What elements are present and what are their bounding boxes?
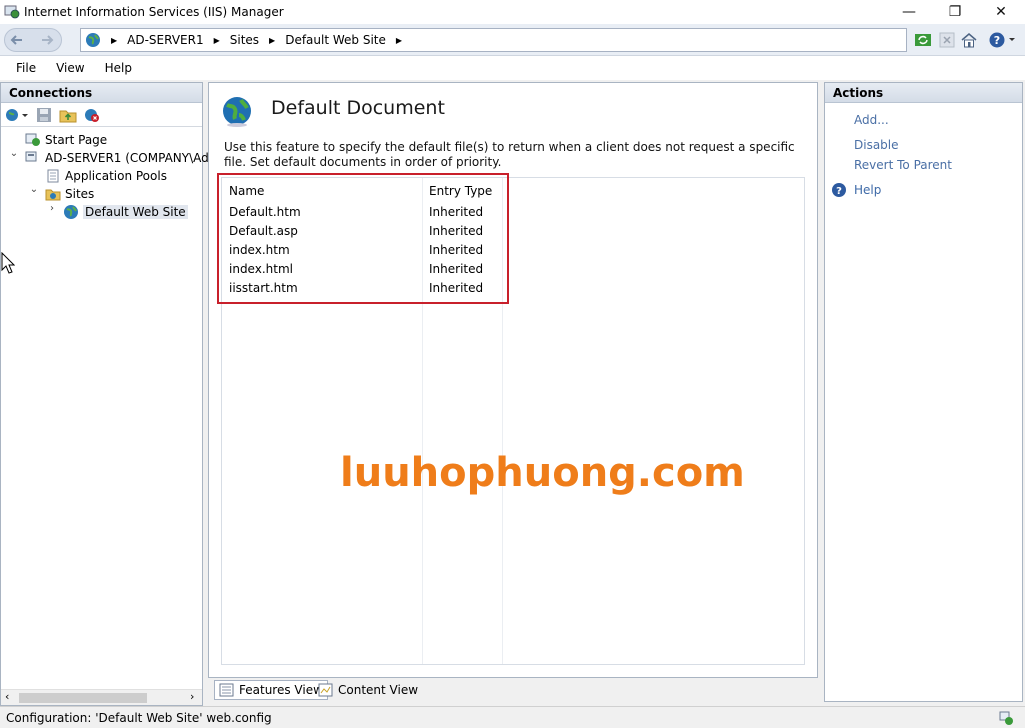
sites-folder-icon bbox=[45, 186, 61, 202]
menu-bar: File View Help bbox=[0, 56, 1025, 80]
help-icon: ? bbox=[989, 32, 1015, 48]
help-dropdown-button[interactable]: ? bbox=[988, 31, 1018, 49]
forward-button[interactable] bbox=[35, 28, 59, 52]
actions-panel: Actions Add... Disable Revert To Parent … bbox=[824, 82, 1023, 702]
action-help[interactable]: Help bbox=[854, 183, 881, 197]
disconnect-icon[interactable] bbox=[83, 107, 101, 123]
watermark-text: luuhophuong.com bbox=[340, 450, 745, 496]
scroll-left-icon[interactable]: ‹ bbox=[5, 690, 9, 703]
svg-text:?: ? bbox=[994, 34, 1000, 47]
status-text: Configuration: 'Default Web Site' web.co… bbox=[6, 710, 272, 725]
tree-item-start-page[interactable]: Start Page bbox=[25, 131, 107, 149]
title-bar: Internet Information Services (IIS) Mana… bbox=[0, 0, 1025, 24]
breadcrumb-sites[interactable]: Sites bbox=[230, 33, 259, 47]
address-bar: ▶ AD-SERVER1 ▶ Sites ▶ Default Web Site … bbox=[0, 24, 1025, 56]
stop-icon bbox=[939, 32, 955, 48]
feature-globe-icon bbox=[223, 97, 251, 127]
tree-item-application-pools[interactable]: Application Pools bbox=[45, 167, 167, 185]
iis-app-icon bbox=[4, 5, 20, 19]
tab-features-view[interactable]: Features View bbox=[214, 680, 328, 700]
action-disable[interactable]: Disable bbox=[854, 138, 899, 152]
network-status-icon bbox=[999, 711, 1013, 725]
refresh-icon bbox=[915, 34, 931, 46]
tree-item-default-web-site[interactable]: Default Web Site bbox=[63, 203, 188, 221]
view-tabs: Features View Content View bbox=[208, 678, 818, 702]
action-revert-to-parent[interactable]: Revert To Parent bbox=[854, 158, 952, 172]
breadcrumb-separator: ▶ bbox=[111, 35, 118, 45]
menu-file[interactable]: File bbox=[6, 61, 46, 75]
tab-content-view[interactable]: Content View bbox=[314, 680, 418, 700]
breadcrumb-separator: ▶ bbox=[269, 35, 276, 45]
features-view-icon bbox=[219, 683, 234, 697]
minimize-button[interactable]: — bbox=[886, 0, 932, 24]
breadcrumb-separator[interactable]: ▶ bbox=[396, 36, 402, 45]
action-add[interactable]: Add... bbox=[854, 113, 889, 127]
mouse-cursor-icon bbox=[1, 252, 15, 274]
connections-panel: Connections Start Page ⌄ AD-SERVER1 (COM… bbox=[0, 82, 280, 706]
stop-button[interactable] bbox=[938, 31, 956, 49]
connections-header: Connections bbox=[1, 83, 202, 103]
close-button[interactable]: ✕ bbox=[978, 0, 1024, 24]
restore-button[interactable]: ❐ bbox=[932, 0, 978, 24]
globe-icon bbox=[86, 33, 100, 47]
forward-arrow-icon bbox=[42, 35, 54, 45]
window-title: Internet Information Services (IIS) Mana… bbox=[24, 5, 284, 19]
breadcrumb-default-web-site[interactable]: Default Web Site bbox=[285, 33, 386, 47]
tree-item-sites[interactable]: Sites bbox=[45, 185, 94, 203]
scrollbar-thumb[interactable] bbox=[19, 693, 147, 703]
menu-help[interactable]: Help bbox=[95, 61, 142, 75]
highlight-box bbox=[217, 173, 509, 304]
breadcrumb-separator: ▶ bbox=[213, 35, 220, 45]
menu-view[interactable]: View bbox=[46, 61, 94, 75]
up-folder-icon[interactable] bbox=[59, 107, 77, 123]
breadcrumb-server[interactable]: AD-SERVER1 bbox=[127, 33, 203, 47]
scroll-right-icon[interactable]: › bbox=[190, 690, 194, 703]
globe-icon bbox=[63, 204, 79, 220]
connect-icon[interactable] bbox=[5, 107, 29, 123]
help-icon: ? bbox=[832, 183, 846, 197]
start-page-icon bbox=[25, 132, 41, 148]
expand-sites-toggle[interactable]: ⌄ bbox=[29, 184, 39, 195]
save-icon[interactable] bbox=[35, 107, 53, 123]
home-icon bbox=[961, 33, 977, 48]
expand-default-web-site-toggle[interactable]: › bbox=[47, 203, 57, 214]
connections-horizontal-scrollbar[interactable]: ‹ › bbox=[1, 689, 202, 705]
feature-description: Use this feature to specify the default … bbox=[224, 140, 795, 169]
server-icon bbox=[25, 150, 41, 166]
content-view-icon bbox=[318, 683, 333, 697]
refresh-button[interactable] bbox=[914, 31, 932, 49]
actions-header: Actions bbox=[825, 83, 1022, 103]
feature-panel: Default Document Use this feature to spe… bbox=[208, 82, 818, 678]
back-button[interactable] bbox=[5, 28, 29, 52]
connections-toolbar bbox=[1, 103, 202, 127]
address-field[interactable]: ▶ AD-SERVER1 ▶ Sites ▶ Default Web Site … bbox=[80, 28, 907, 52]
home-button[interactable] bbox=[960, 31, 978, 49]
expand-server-toggle[interactable]: ⌄ bbox=[9, 148, 19, 159]
connections-tree: Start Page ⌄ AD-SERVER1 (COMPANY\Adminis… bbox=[1, 127, 280, 219]
feature-title: Default Document bbox=[271, 97, 445, 119]
status-bar: Configuration: 'Default Web Site' web.co… bbox=[0, 706, 1025, 728]
back-arrow-icon bbox=[10, 35, 22, 45]
svg-text:?: ? bbox=[836, 186, 842, 197]
app-pool-icon bbox=[45, 168, 61, 184]
